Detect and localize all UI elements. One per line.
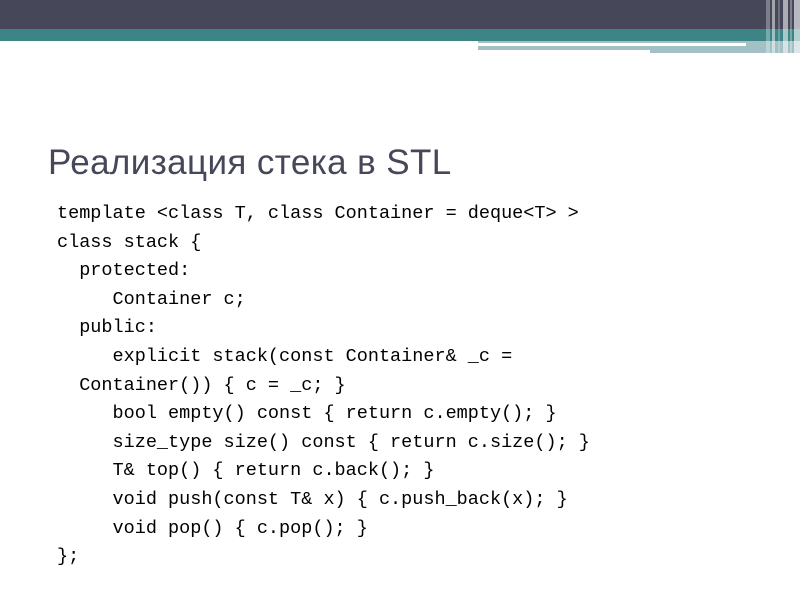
code-line: protected: xyxy=(57,260,191,282)
header-vertical-stripe-6 xyxy=(794,0,800,56)
code-line: public: xyxy=(57,317,157,339)
header-teal-band-left xyxy=(0,29,478,41)
header-dark-band xyxy=(0,0,800,29)
code-line: void push(const T& x) { c.push_back(x); … xyxy=(57,488,568,510)
slide-header-decoration xyxy=(0,0,800,56)
code-line: size_type size() const { return c.size()… xyxy=(57,431,590,453)
header-vertical-stripe-2 xyxy=(772,0,775,56)
code-line: void pop() { c.pop(); } xyxy=(57,517,368,539)
page-title: Реализация стека в STL xyxy=(48,143,452,183)
code-line: template <class T, class Container = deq… xyxy=(57,203,579,224)
code-line: Container()) { c = _c; } xyxy=(57,374,346,396)
code-line: explicit stack(const Container& _c = xyxy=(57,345,513,367)
code-line: bool empty() const { return c.empty(); } xyxy=(57,403,557,425)
header-vertical-stripe-3 xyxy=(778,0,780,56)
code-line: }; xyxy=(57,546,80,568)
code-line: class stack { xyxy=(57,231,202,253)
code-line: Container c; xyxy=(57,288,246,310)
header-vertical-stripe-4 xyxy=(783,0,788,56)
code-line: T& top() { return c.back(); } xyxy=(57,460,435,482)
code-block: template <class T, class Container = deq… xyxy=(57,200,757,572)
header-vertical-stripe-5 xyxy=(790,0,792,56)
header-vertical-stripe-1 xyxy=(766,0,770,56)
header-white-gap-middle xyxy=(478,50,650,54)
